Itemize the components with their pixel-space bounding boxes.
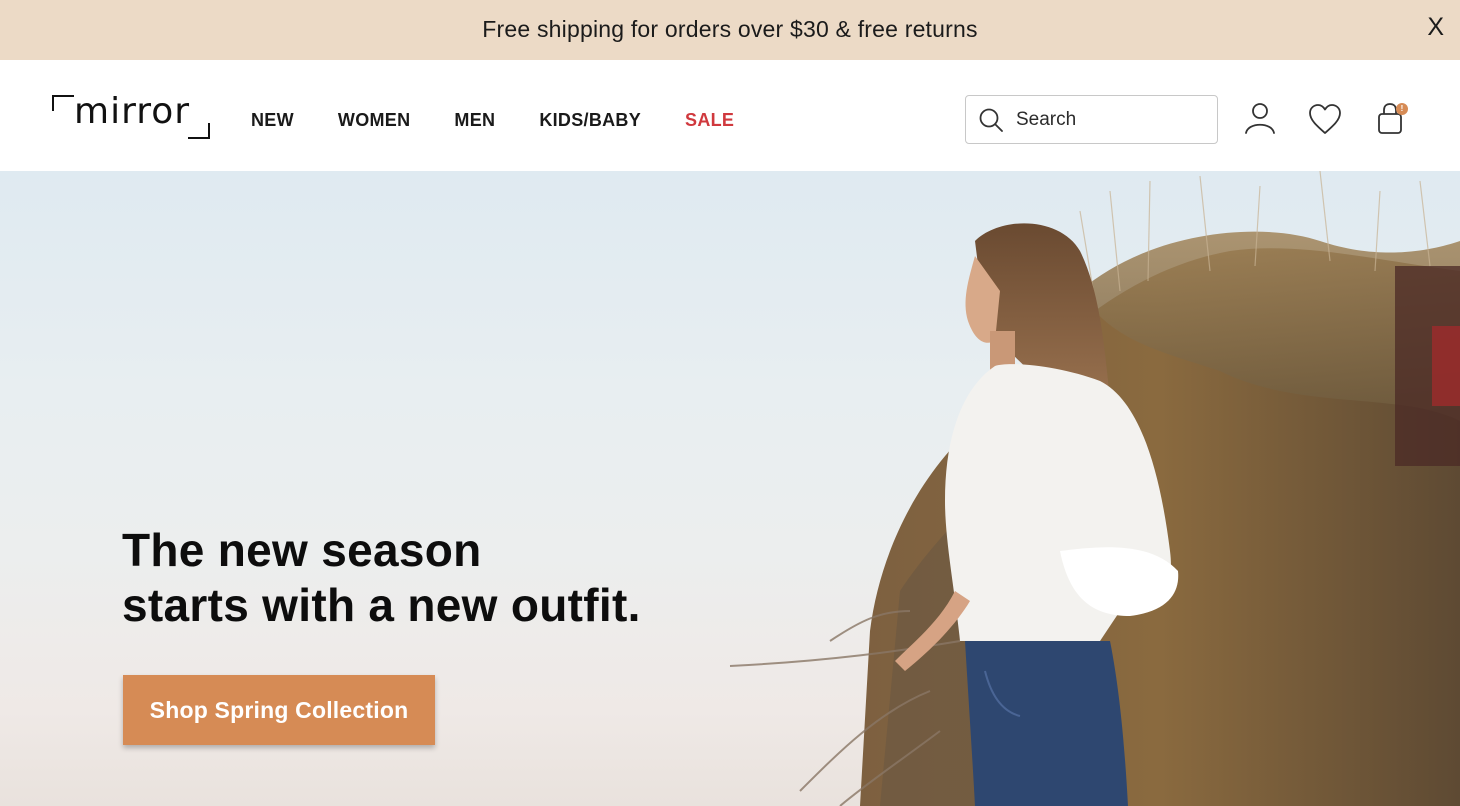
site-header: mirror NEW WOMEN MEN KIDS/BABY SALE ! [0, 60, 1460, 171]
hero-banner: The new season starts with a new outfit.… [0, 171, 1460, 806]
nav-item-men[interactable]: MEN [454, 110, 495, 134]
promo-bar: Free shipping for orders over $30 & free… [0, 0, 1460, 60]
wishlist-button[interactable] [1307, 100, 1343, 138]
main-nav: NEW WOMEN MEN KIDS/BABY SALE [251, 110, 778, 134]
cart-button[interactable]: ! [1372, 100, 1408, 138]
search-box [965, 95, 1218, 144]
cart-badge: ! [1396, 103, 1408, 115]
nav-item-kids-baby[interactable]: KIDS/BABY [539, 110, 641, 134]
hero-headline: The new season starts with a new outfit. [122, 523, 641, 633]
shop-spring-collection-button[interactable]: Shop Spring Collection [123, 675, 435, 745]
nav-item-new[interactable]: NEW [251, 110, 294, 134]
logo[interactable]: mirror [50, 91, 212, 139]
heart-icon [1309, 104, 1341, 134]
logo-text: mirror [74, 91, 191, 132]
hero-headline-line-2: starts with a new outfit. [122, 579, 641, 631]
close-promo-button[interactable]: X [1427, 13, 1444, 42]
user-icon [1245, 103, 1275, 134]
nav-item-sale[interactable]: SALE [685, 110, 734, 134]
search-input[interactable] [1016, 106, 1206, 133]
promo-message: Free shipping for orders over $30 & free… [482, 16, 978, 42]
hero-headline-line-1: The new season [122, 524, 482, 576]
logo-bracket-bottom-right [188, 123, 210, 139]
logo-bracket-top-left [52, 95, 74, 111]
search-icon[interactable] [978, 107, 1004, 133]
account-button[interactable] [1242, 100, 1278, 138]
nav-item-women[interactable]: WOMEN [338, 110, 411, 134]
